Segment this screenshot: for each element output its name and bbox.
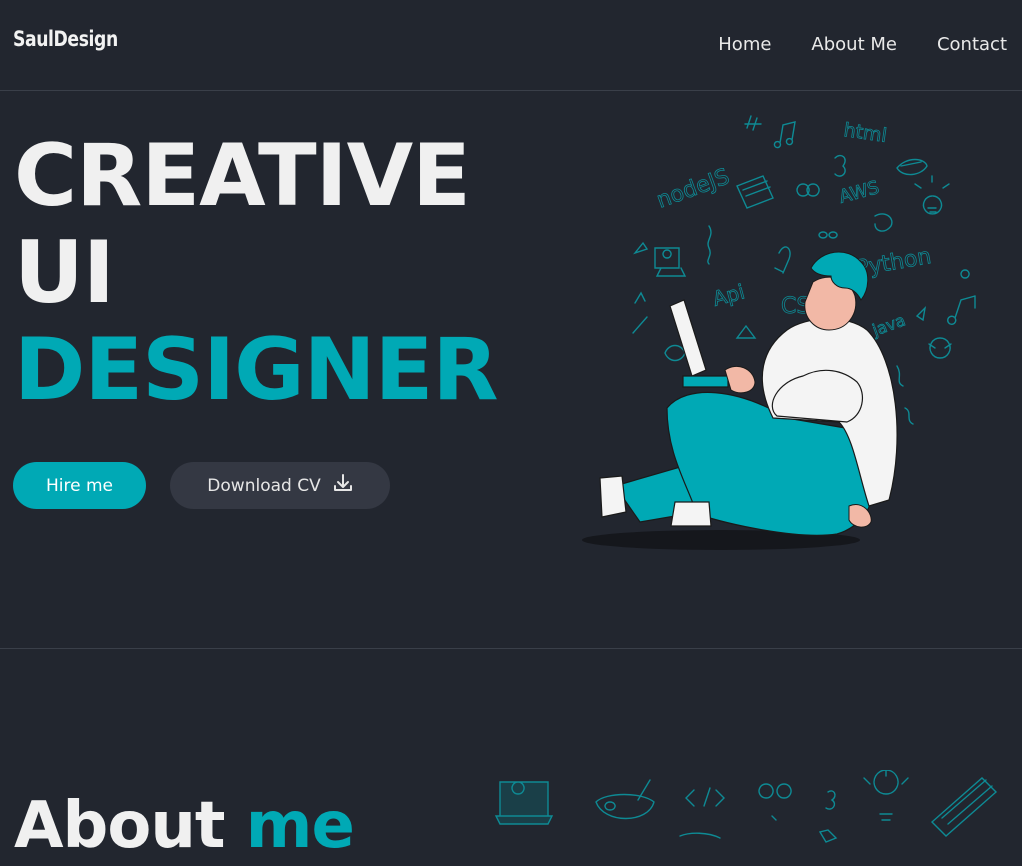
hire-me-label: Hire me xyxy=(45,475,113,496)
download-cv-label: Download CV xyxy=(207,475,321,496)
hire-me-button[interactable]: Hire me xyxy=(13,462,146,509)
about-section-title: About me xyxy=(14,786,355,866)
download-icon xyxy=(333,473,353,498)
doodle-word-java: java xyxy=(869,310,908,340)
about-doodles-illustration xyxy=(490,769,1010,855)
nav-link-contact[interactable]: Contact xyxy=(937,34,1007,55)
nav-link-about-me[interactable]: About Me xyxy=(811,34,897,55)
doodle-word-api: Api xyxy=(710,279,747,310)
doodle-word-nodejs: nodeJS xyxy=(654,164,733,213)
hero-title-line-1: CREATIVE xyxy=(14,126,471,226)
about-title-part-1: About xyxy=(14,789,225,863)
top-navigation-bar: SaulDesign Home About Me Contact xyxy=(0,0,1022,91)
doodle-word-aws: AWS xyxy=(837,177,882,208)
brand-logo[interactable]: SaulDesign xyxy=(13,27,118,51)
nav-link-home[interactable]: Home xyxy=(718,34,771,55)
developer-illustration: html nodeJS AWS Python Api CSS java xyxy=(575,108,995,563)
main-nav: Home About Me Contact xyxy=(718,34,1007,55)
hero-title-line-2: UI xyxy=(14,223,115,323)
download-cv-button[interactable]: Download CV xyxy=(170,462,390,509)
doodle-word-html: html xyxy=(842,119,888,147)
section-divider xyxy=(0,648,1022,649)
about-title-part-2: me xyxy=(245,789,355,863)
hero-title-line-3: DESIGNER xyxy=(14,320,499,420)
hero-title: CREATIVE UI DESIGNER xyxy=(14,126,499,420)
